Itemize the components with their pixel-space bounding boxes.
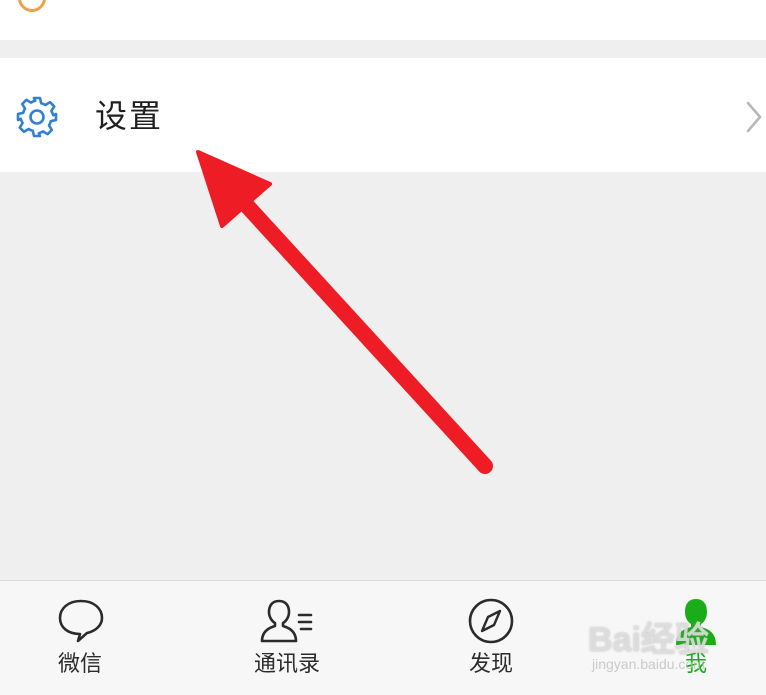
compass-icon (468, 598, 514, 644)
tab-label-contacts: 通讯录 (253, 652, 320, 677)
tab-contacts[interactable]: 通讯录 (227, 581, 347, 695)
person-icon (676, 599, 716, 645)
contacts-icon (260, 599, 313, 643)
chat-bubble-icon (58, 599, 104, 643)
settings-row[interactable]: 设置 (0, 58, 766, 172)
bottom-tab-bar: 微信 通讯录 发现 我 (0, 580, 766, 695)
settings-label: 设置 (95, 97, 164, 135)
tab-label-discover: 发现 (468, 652, 513, 677)
partial-row-icon (18, 0, 46, 12)
tab-me[interactable]: 我 (636, 581, 756, 695)
tab-label-chats: 微信 (57, 652, 102, 677)
chevron-right-icon (746, 101, 762, 133)
top-menu-row[interactable] (0, 0, 766, 40)
tab-chats[interactable]: 微信 (20, 581, 140, 695)
gear-icon (16, 96, 58, 138)
tab-discover[interactable]: 发现 (431, 581, 551, 695)
tab-label-me: 我 (684, 652, 707, 677)
